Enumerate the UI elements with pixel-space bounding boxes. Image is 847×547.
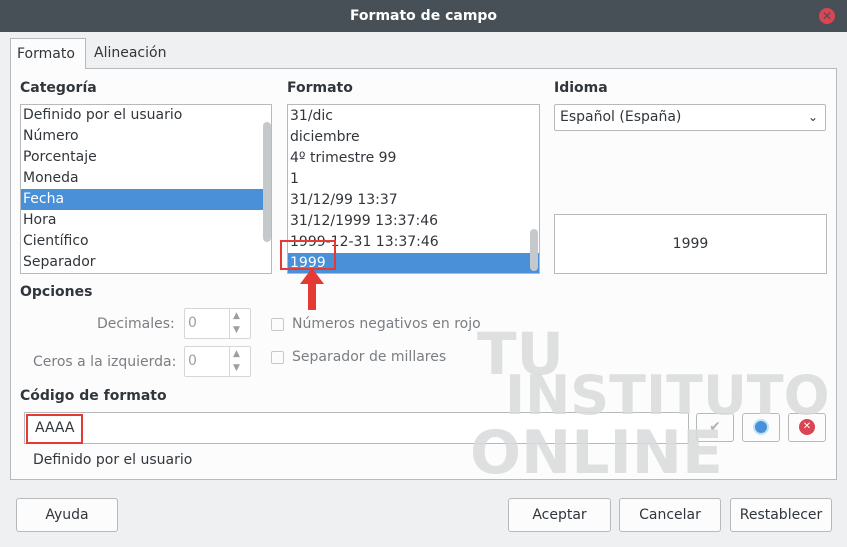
highlight-box-code <box>26 414 83 444</box>
millares-checkbox[interactable] <box>271 351 284 364</box>
negativos-label: Números negativos en rojo <box>292 316 481 332</box>
idioma-title: Idioma <box>554 80 608 96</box>
categoria-list-item[interactable]: Hora <box>21 210 271 231</box>
categoria-list-item[interactable]: Separador <box>21 252 271 273</box>
code-description: Definido por el usuario <box>33 452 193 468</box>
aceptar-button[interactable]: Aceptar <box>508 498 611 532</box>
categoria-list-item[interactable]: Moneda <box>21 168 271 189</box>
formato-scrollbar[interactable] <box>530 229 538 271</box>
ceros-value: 0 <box>188 353 197 369</box>
chevron-up-icon[interactable]: ▲ <box>233 311 240 321</box>
chevron-up-icon[interactable]: ▲ <box>233 349 240 359</box>
opciones-title: Opciones <box>20 284 93 300</box>
ceros-stepper[interactable]: 0 ▲ ▼ <box>184 346 251 377</box>
categoria-list-item[interactable]: Definido por el usuario <box>21 105 271 126</box>
format-preview: 1999 <box>554 214 827 274</box>
stepper-divider <box>229 309 230 338</box>
formato-list-item[interactable]: 31/12/1999 13:37:46 <box>288 211 539 232</box>
cancelar-button[interactable]: Cancelar <box>619 498 721 532</box>
formato-list-item[interactable]: 31/12/99 13:37 <box>288 190 539 211</box>
idioma-select[interactable]: Español (España) ⌄ <box>554 104 826 131</box>
stepper-divider <box>229 347 230 376</box>
formato-list-item[interactable]: 31/dic <box>288 106 539 127</box>
accept-check-icon[interactable]: ✔ <box>696 413 734 442</box>
format-code-input[interactable]: AAAA <box>24 412 689 444</box>
categoria-list-item[interactable]: Porcentaje <box>21 147 271 168</box>
formato-list-item[interactable]: 1 <box>288 169 539 190</box>
window-title: Formato de campo <box>349 8 498 24</box>
red-arrow-icon <box>300 268 324 310</box>
delete-icon[interactable]: ✕ <box>788 413 826 442</box>
codigo-title: Código de formato <box>20 388 167 404</box>
chevron-down-icon: ⌄ <box>807 110 818 124</box>
categoria-scrollbar[interactable] <box>263 122 271 242</box>
chevron-down-icon[interactable]: ▼ <box>233 325 240 335</box>
categoria-listbox[interactable]: Definido por el usuario Número Porcentaje M… <box>20 104 272 274</box>
restablecer-button[interactable]: Restablecer <box>730 498 832 532</box>
format-field-dialog: Formato de campo ✕ Formato Alineación Ca… <box>0 0 847 547</box>
formato-list-item[interactable]: diciembre <box>288 127 539 148</box>
categoria-list-item[interactable]: Número <box>21 126 271 147</box>
tab-formato[interactable]: Formato <box>10 38 86 69</box>
decimales-label: Decimales: <box>97 316 175 332</box>
categoria-list-item[interactable]: Fecha <box>21 189 271 210</box>
formato-list-item[interactable]: 4º trimestre 99 <box>288 148 539 169</box>
title-bar: Formato de campo ✕ <box>0 0 847 32</box>
tab-alineacion[interactable]: Alineación <box>88 38 178 68</box>
decimales-value: 0 <box>188 315 197 331</box>
categoria-list-item[interactable]: Científico <box>21 231 271 252</box>
ceros-label: Ceros a la izquierda: <box>33 354 177 370</box>
chevron-down-icon[interactable]: ▼ <box>233 363 240 373</box>
decimales-stepper[interactable]: 0 ▲ ▼ <box>184 308 251 339</box>
formato-title: Formato <box>287 80 353 96</box>
categoria-title: Categoría <box>20 80 97 96</box>
millares-label: Separador de millares <box>292 349 447 365</box>
idioma-value: Español (España) <box>560 109 682 125</box>
close-icon[interactable]: ✕ <box>819 8 835 24</box>
ayuda-button[interactable]: Ayuda <box>16 498 118 532</box>
negativos-checkbox[interactable] <box>271 318 284 331</box>
edit-comment-icon[interactable] <box>742 413 780 442</box>
